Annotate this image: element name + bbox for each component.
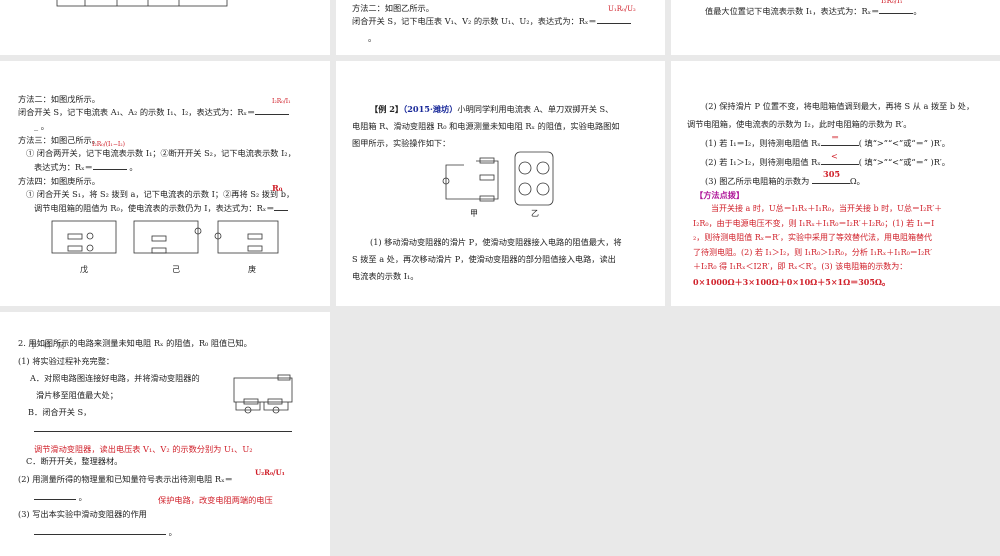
text: (1) 移动滑动变阻器的滑片 P，使滑动变阻器接入电路的阻值最大，将 bbox=[370, 237, 622, 247]
text: 闭合开关 S，记下电压表 V₁、V₂ 的示数 U₁、U₂，表达式为：Rₓ＝ bbox=[352, 16, 597, 26]
text: ① 闭合两开关，记下电流表示数 I₁；②断开开关 S₂，记下电流表示数 I₂， bbox=[26, 148, 296, 158]
figure-caption: 乙 bbox=[531, 209, 539, 218]
text: (2) 若 I₁＞I₂，则待测电阻值 Rₓ bbox=[705, 157, 821, 167]
text: 闭合开关 S，记下电流表 A₁、A₂ 的示数 I₁、I₂，表达式为：Rₓ＝ bbox=[18, 105, 290, 120]
text: C．断开开关，整理器材。 bbox=[26, 456, 123, 466]
text: (1) 若 I₁＝I₂，则待测电阻值 Rₓ bbox=[705, 138, 821, 148]
example-label: 【例 2】 bbox=[370, 104, 404, 114]
page-thumb-5[interactable]: 【例 2】（2015·潍坊）小明同学利用电流表 A、单刀双掷开关 S、 电阻箱 … bbox=[336, 61, 665, 306]
answer: R₀ bbox=[272, 183, 283, 193]
watermark: 学 · 科 · 网 bbox=[30, 342, 65, 350]
table-figure bbox=[56, 0, 228, 7]
source: （2015·潍坊） bbox=[403, 104, 458, 114]
circuit-diagram bbox=[233, 374, 293, 414]
text: 。 bbox=[368, 33, 377, 43]
text: ① 闭合开关 S₁，将 S₂ 拨到 a，记下电流表的示数 I；②再将 S₂ 拨到… bbox=[26, 189, 295, 199]
answer: I₂R₀/I₁ bbox=[881, 0, 903, 5]
page-thumb-2[interactable]: 方法二：如图乙所示。 闭合开关 S，记下电压表 V₁、V₂ 的示数 U₁、U₂，… bbox=[336, 0, 665, 55]
text: I₂R₀，由于电源电压不变，则 I₁Rₓ＋I₁R₀＝I₂R′＋I₂R₀；(1) … bbox=[693, 218, 935, 228]
page-thumb-3[interactable]: 值最大位置记下电流表示数 I₁，表达式为：Rₓ＝ 。 I₂R₀/I₁ bbox=[671, 0, 1000, 55]
answer: < bbox=[831, 151, 838, 161]
text: ₂，则待测电阻值 Rₓ＝R′，实验中采用了等效替代法，用电阻箱替代 bbox=[693, 233, 933, 242]
method-tip-heading: 【方法点拨】 bbox=[695, 190, 745, 200]
circuit-diagram-wu bbox=[51, 220, 117, 254]
text: (3) 图乙所示电阻箱的示数为 Ω。 bbox=[705, 174, 865, 189]
figure-caption: 庚 bbox=[248, 265, 256, 274]
text: (1) 将实验过程补充完整： bbox=[18, 356, 115, 366]
text: 0×1000Ω＋3×100Ω＋0×10Ω＋5×1Ω＝305Ω。 bbox=[693, 276, 891, 287]
text: Ω。 bbox=[849, 176, 865, 186]
text: 滑片移至阻值最大处； bbox=[36, 390, 118, 400]
figure-caption: 己 bbox=[172, 265, 180, 274]
answer: 305 bbox=[823, 169, 841, 179]
answer: I₂R₀/I₁ bbox=[272, 98, 291, 105]
text: (3) 图乙所示电阻箱的示数为 bbox=[705, 176, 810, 186]
text: ( 填“>”“<”或“＝” )R′。 bbox=[858, 138, 950, 148]
answer: I₂R₀/(I₁−I₂) bbox=[92, 141, 125, 148]
text: 值最大位置记下电流表示数 I₁，表达式为：Rₓ＝ bbox=[705, 6, 880, 16]
text: 小明同学利用电流表 A、单刀双掷开关 S、 bbox=[457, 104, 614, 114]
text: 表达式为：Rₓ＝ bbox=[34, 162, 93, 172]
figure-caption: 戊 bbox=[80, 265, 88, 274]
text: 闭合开关 S，记下电流表 A₁、A₂ 的示数 I₁、I₂，表达式为：Rₓ＝ bbox=[18, 107, 256, 117]
text: 【例 2】（2015·潍坊）小明同学利用电流表 A、单刀双掷开关 S、 bbox=[370, 102, 613, 117]
text: (2) 用测量所得的物理量和已知量符号表示出待测电阻 Rₓ＝ bbox=[18, 474, 233, 484]
page-thumb-1[interactable] bbox=[0, 0, 330, 55]
page-thumb-4[interactable]: 方法二：如图戊所示。 闭合开关 S，记下电流表 A₁、A₂ 的示数 I₁、I₂，… bbox=[0, 61, 330, 306]
text: 调节电阻箱的阻值为 R₀，使电流表的示数仍为 I，表达式为：Rₓ＝ bbox=[34, 203, 275, 213]
answer-line bbox=[34, 431, 292, 432]
text: ＋I₂R₀ 得 I₁Rₓ＜I2R′，即 Rₓ＜R′。(3) 该电阻箱的示数为： bbox=[693, 262, 908, 271]
page-thumb-6[interactable]: (2) 保持滑片 P 位置不变，将电阻箱值调到最大，再将 S 从 a 拨至 b … bbox=[671, 61, 1000, 306]
text: 调节电阻箱，使电流表的示数为 I₂，此时电阻箱的示数为 R′。 bbox=[687, 119, 912, 129]
text: (1) 若 I₁＝I₂，则待测电阻值 Rₓ ( 填“>”“<”或“＝” )R′。 bbox=[705, 136, 950, 151]
text: 当开关接 a 时，U总＝I₁Rₓ＋I₁R₀，当开关接 b 时，U总＝I₂R′＋ bbox=[711, 204, 943, 213]
text: 。 bbox=[913, 6, 922, 16]
text: A．对照电路图连接好电路，并将滑动变阻器的 bbox=[30, 373, 200, 383]
text: 闭合开关 S，记下电压表 V₁、V₂ 的示数 U₁、U₂，表达式为：Rₓ＝ bbox=[352, 14, 631, 29]
resistance-box-diagram bbox=[514, 151, 554, 206]
answer: U₂R₀/U₁ bbox=[255, 468, 285, 477]
answer: 保护电路，改变电阻两端的电压 bbox=[158, 495, 273, 505]
text: (2) 保持滑片 P 位置不变，将电阻箱值调到最大，再将 S 从 a 拨至 b … bbox=[705, 101, 975, 111]
text: S 拨至 a 处，再次移动滑片 P，使滑动变阻器的部分阻值接入电路，读出 bbox=[352, 254, 616, 264]
method-tip-text: 当开关接 a 时，U总＝I₁Rₓ＋I₁R₀，当开关接 b 时，U总＝I₂R′＋ … bbox=[693, 202, 983, 289]
circuit-diagram-jia bbox=[442, 157, 499, 202]
text: 电阻箱 R、滑动变阻器 R₀ 和电源测量未知电阻 Rₓ 的阻值，实验电路图如 bbox=[352, 121, 620, 131]
text: 表达式为：Rₓ＝ 。 bbox=[34, 162, 138, 172]
text: (3) 写出本实验中滑动变阻器的作用 bbox=[18, 509, 147, 519]
circuit-diagram-geng bbox=[214, 220, 279, 254]
text: ( 填“>”“<”或“＝” )R′。 bbox=[858, 157, 950, 167]
page-thumb-7[interactable]: 2. 用如图所示的电路来测量未知电阻 Rₓ 的阻值，R₀ 阻值已知。 学 · 科… bbox=[0, 312, 330, 556]
figure-caption: 甲 bbox=[470, 209, 478, 218]
text: B．闭合开关 S， bbox=[28, 407, 92, 417]
text: 电流表的示数 I₁。 bbox=[352, 271, 419, 281]
text: 了待测电阻。(2) 若 I₁＞I₂，则 I₁R₀＞I₂R₀，分析 I₁Rₓ＋I₁… bbox=[693, 247, 933, 257]
text: 图甲所示，实验操作如下： bbox=[352, 138, 451, 148]
circuit-diagram-ji bbox=[133, 220, 202, 254]
answer: ＝ bbox=[831, 132, 840, 142]
text: 调节电阻箱的阻值为 R₀，使电流表的示数仍为 I，表达式为：Rₓ＝ bbox=[34, 201, 289, 216]
answer: U₁R₀/U₂ bbox=[608, 5, 636, 13]
